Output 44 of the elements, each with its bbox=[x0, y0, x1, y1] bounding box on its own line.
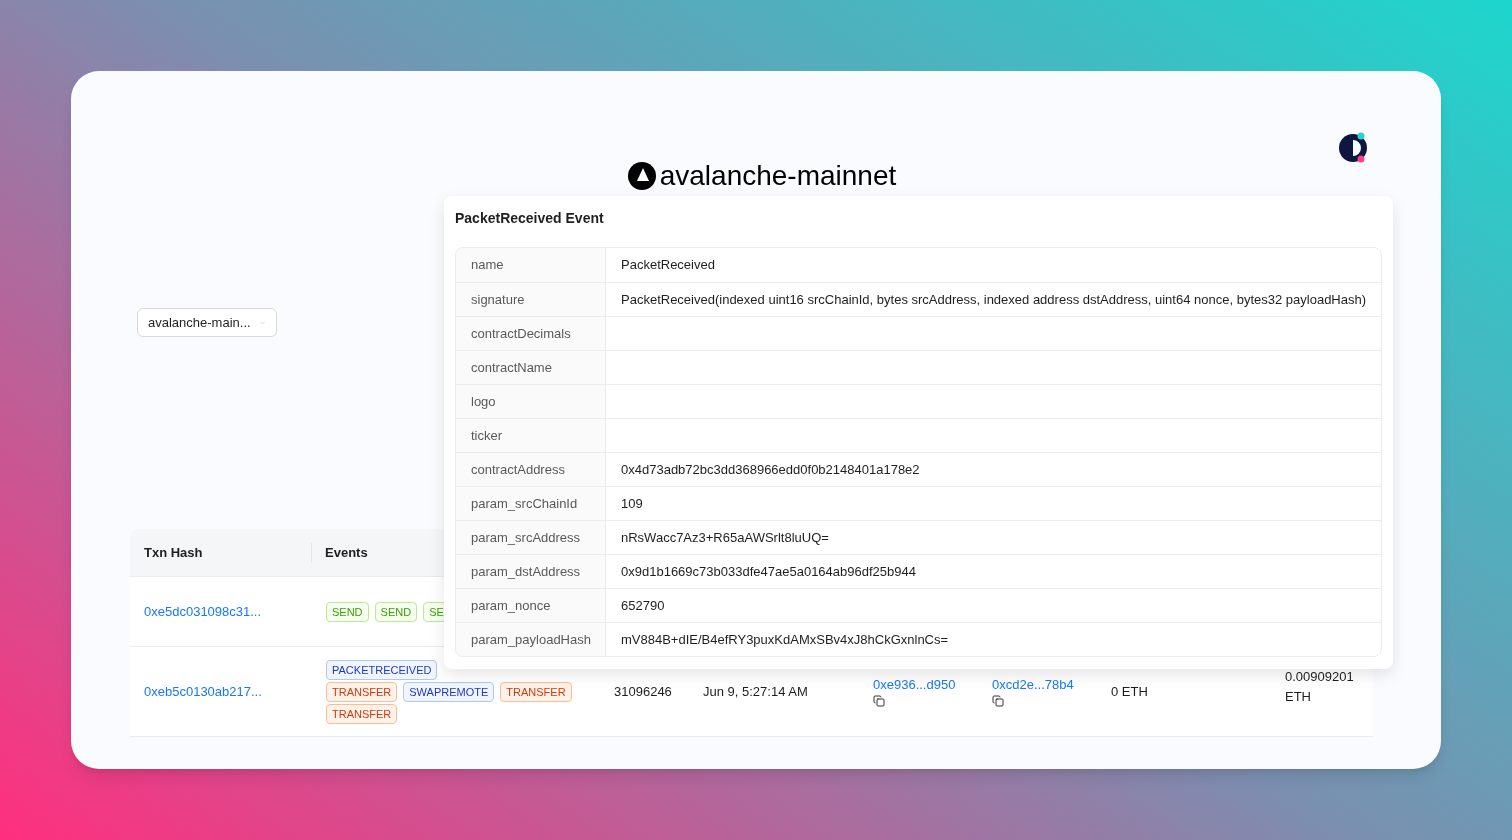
field-key: logo bbox=[456, 385, 606, 418]
field-key: param_srcAddress bbox=[456, 521, 606, 554]
value-cell-text: 0 ETH bbox=[1110, 682, 1149, 701]
field-key: contractDecimals bbox=[456, 317, 606, 350]
field-value: 0x4d73adb72bc3dd368966edd0f0b2148401a178e2 bbox=[620, 460, 920, 479]
field-key: ticker bbox=[456, 419, 606, 452]
from-address-link[interactable]: 0xe936...d950 bbox=[873, 676, 956, 693]
date-cell-text: Jun 9, 5:27:14 AM bbox=[702, 682, 809, 701]
field-value: 109 bbox=[620, 494, 643, 513]
network-heading: avalanche-mainnet bbox=[659, 160, 897, 192]
column-header: Txn Hash bbox=[143, 543, 203, 562]
popover-title: PacketReceived Event bbox=[455, 209, 605, 228]
event-tag: PACKETRECEIVED bbox=[326, 659, 438, 680]
field-key: name bbox=[456, 248, 606, 282]
txn-hash-link[interactable]: 0xeb5c0130ab217... bbox=[130, 681, 311, 702]
field-value: nRsWacc7Az3+R65aAWSrlt8luUQ= bbox=[620, 528, 829, 547]
field-key: param_payloadHash bbox=[456, 623, 606, 656]
field-key: param_srcChainId bbox=[456, 487, 606, 520]
field-key: param_dstAddress bbox=[456, 555, 606, 588]
event-tag: TRANSFER bbox=[326, 681, 398, 702]
network-select[interactable]: avalanche-main... bbox=[137, 308, 277, 337]
field-value: 652790 bbox=[620, 596, 665, 615]
to-address-link[interactable]: 0xcd2e...78b4 bbox=[992, 676, 1074, 693]
field-key: signature bbox=[456, 283, 606, 316]
copy-icon[interactable] bbox=[873, 694, 885, 707]
field-key: contractName bbox=[456, 351, 606, 384]
column-header: Events bbox=[324, 543, 368, 562]
field-value: mV884B+dIE/B4efRY3puxKdAMxSBv4xJ8hCkGxnlnCs= bbox=[620, 630, 949, 649]
field-value: 0x9d1b1669c73b033dfe47ae5a0164ab96df25b944 bbox=[620, 562, 916, 581]
event-tag: TRANSFER bbox=[326, 703, 398, 724]
logo-icon bbox=[1339, 132, 1367, 164]
avalanche-icon bbox=[627, 162, 656, 190]
block-number: 31096246 bbox=[613, 682, 673, 701]
event-tag: TRANSFER bbox=[500, 681, 572, 702]
event-tag: SEND bbox=[374, 601, 418, 622]
event-tag: SEND bbox=[326, 601, 369, 622]
field-value: PacketReceived(indexed uint16 srcChainId, bytes srcAddress, indexed address dstAddress, uint64 nonce, bytes32 payloadHash) bbox=[620, 290, 1367, 309]
txn-hash-link[interactable]: 0xe5dc031098c31... bbox=[130, 601, 311, 622]
event-tag: SWAPREMOTE bbox=[403, 681, 495, 702]
field-key: param_nonce bbox=[456, 589, 606, 622]
field-key: contractAddress bbox=[456, 453, 606, 486]
fee-cell-text: 0.00909201 ETH bbox=[1284, 667, 1355, 706]
field-value: PacketReceived bbox=[620, 256, 715, 275]
copy-icon[interactable] bbox=[992, 694, 1004, 707]
